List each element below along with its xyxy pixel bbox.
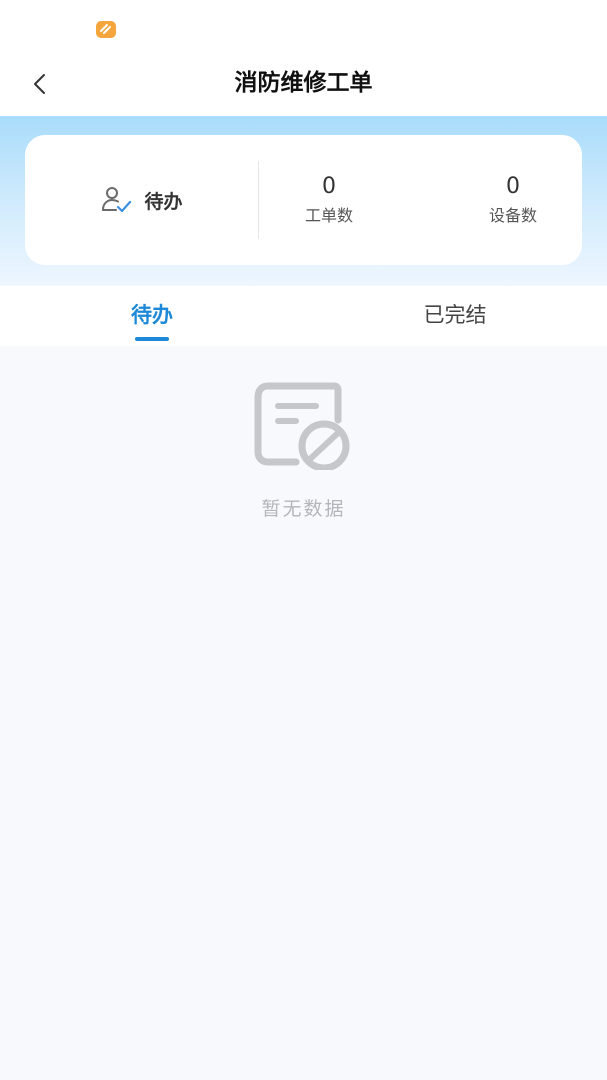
summary-area: 待办 0 工单数 0 设备数 bbox=[0, 116, 607, 286]
no-data-icon bbox=[254, 382, 349, 470]
card-divider bbox=[258, 161, 259, 239]
status-bar bbox=[0, 0, 607, 54]
status-summary: 待办 bbox=[25, 135, 258, 265]
device-count-stat: 0 设备数 bbox=[453, 173, 573, 229]
active-tab-indicator bbox=[135, 337, 169, 341]
status-label: 待办 bbox=[144, 190, 183, 213]
order-count-label: 工单数 bbox=[304, 206, 353, 225]
app-notification-icon bbox=[96, 21, 116, 38]
back-button[interactable] bbox=[22, 66, 58, 102]
page-title: 消防维修工单 bbox=[234, 70, 373, 96]
user-check-icon bbox=[102, 187, 132, 213]
empty-state-text: 暂无数据 bbox=[261, 498, 346, 520]
order-count-value: 0 bbox=[322, 174, 336, 199]
device-count-label: 设备数 bbox=[488, 206, 537, 225]
tab-completed[interactable]: 已完结 bbox=[355, 286, 555, 346]
tab-bar: 待办 已完结 bbox=[0, 286, 607, 346]
chevron-left-icon bbox=[34, 74, 45, 94]
order-count-stat: 0 工单数 bbox=[269, 173, 389, 229]
summary-card: 待办 0 工单数 0 设备数 bbox=[25, 135, 582, 265]
empty-state: 暂无数据 bbox=[0, 380, 607, 521]
nav-bar: 消防维修工单 bbox=[0, 54, 607, 116]
device-count-value: 0 bbox=[506, 174, 520, 199]
